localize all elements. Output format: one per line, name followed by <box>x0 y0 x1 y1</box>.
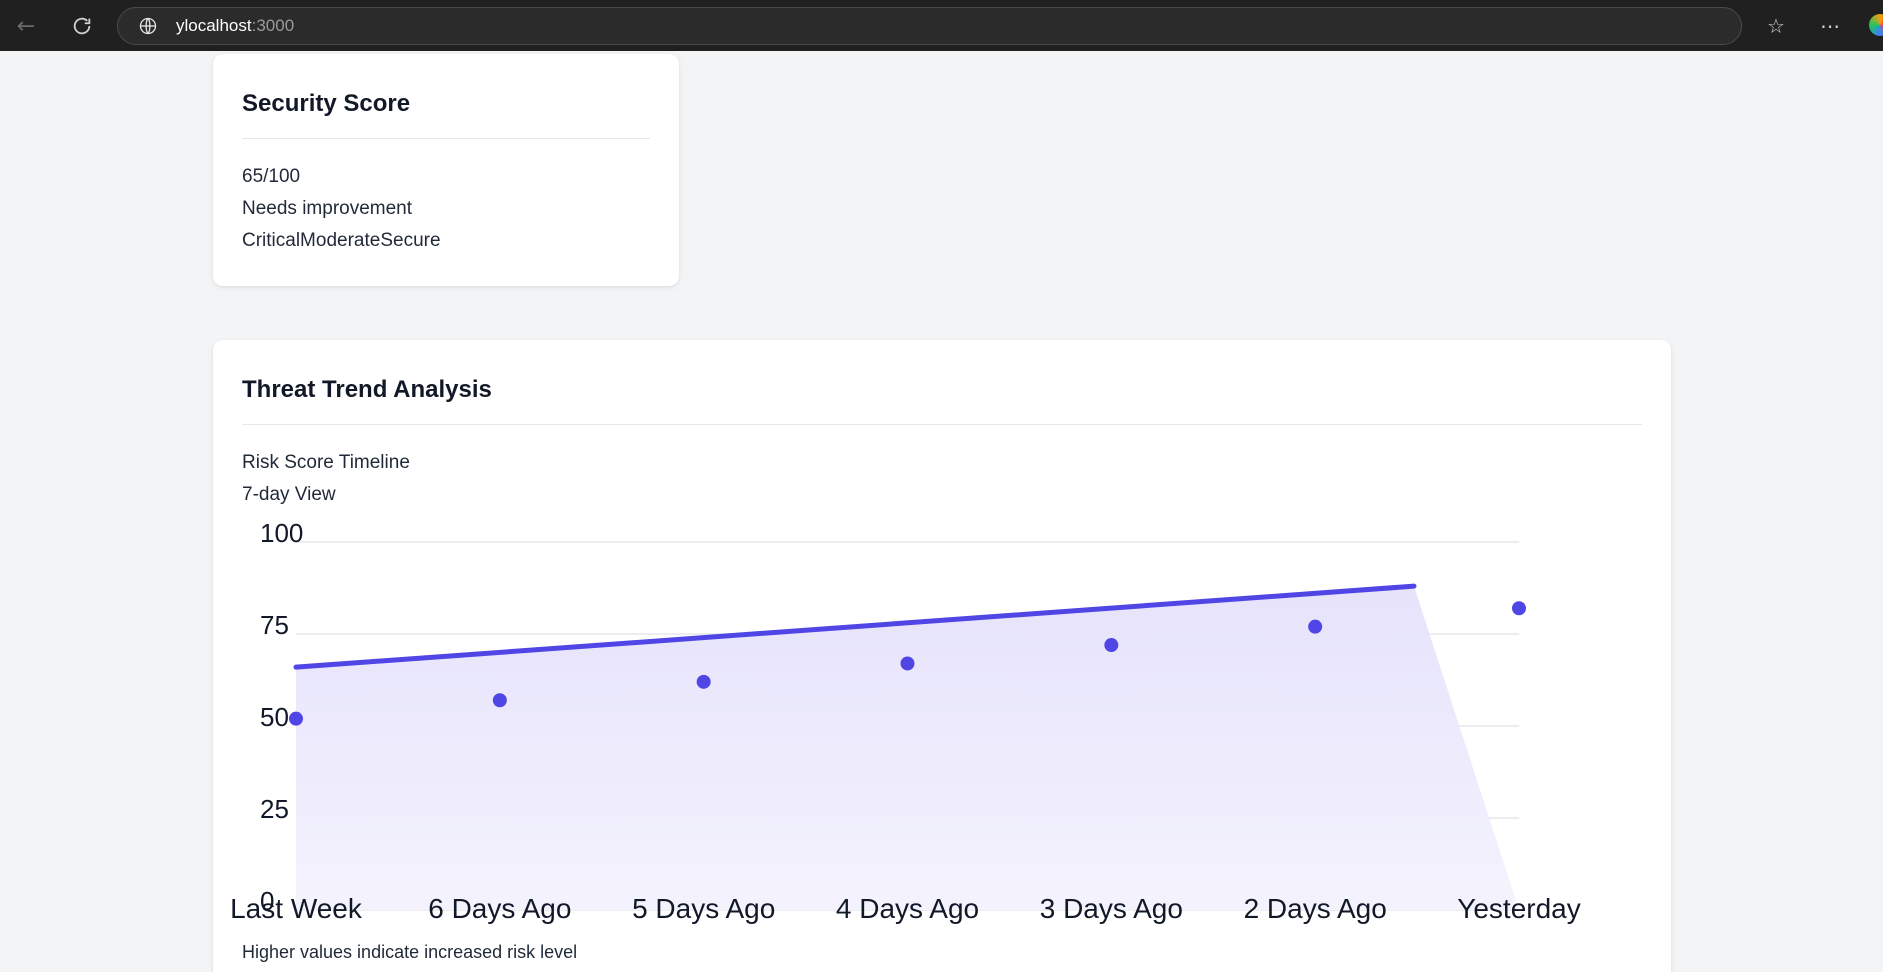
data-point <box>1308 619 1323 634</box>
chart-view-label: 7-day View <box>242 484 336 505</box>
risk-score-chart: 0255075100 Last Week 6 Days Ago 5 Days Ago… <box>230 518 1581 924</box>
data-point <box>900 656 915 671</box>
refresh-icon[interactable] <box>66 10 98 42</box>
data-point <box>289 711 303 726</box>
security-score-card: Security Score 65/100 Needs improvement … <box>213 54 679 286</box>
x-tick-label: 3 Days Ago <box>1040 893 1183 924</box>
threat-trend-title: Threat Trend Analysis <box>242 376 492 403</box>
y-tick-label: 25 <box>260 794 289 824</box>
y-tick-label: 50 <box>260 702 289 732</box>
security-score-value: 65/100 <box>242 166 301 187</box>
back-icon[interactable]: ← <box>10 10 42 42</box>
security-score-status: Needs improvement <box>242 198 413 219</box>
address-bar[interactable]: ylocalhost:3000 <box>117 7 1742 45</box>
browser-toolbar: ← ylocalhost:3000 ☆ ⋯ <box>0 0 1883 51</box>
more-icon[interactable]: ⋯ <box>1814 10 1846 42</box>
x-tick-label: 4 Days Ago <box>836 893 979 924</box>
security-score-scale: CriticalModerateSecure <box>242 230 441 251</box>
divider <box>242 138 650 139</box>
data-point <box>1104 638 1119 653</box>
x-tick-label: 5 Days Ago <box>632 893 775 924</box>
y-tick-label: 100 <box>260 518 303 548</box>
x-tick-label: 6 Days Ago <box>428 893 571 924</box>
favorites-icon[interactable]: ☆ <box>1760 10 1792 42</box>
security-score-title: Security Score <box>242 90 411 117</box>
copilot-icon[interactable] <box>1869 14 1883 36</box>
divider <box>242 424 1642 425</box>
chart-subtitle: Risk Score Timeline <box>242 452 410 473</box>
globe-icon <box>139 17 157 35</box>
data-point <box>1512 601 1526 616</box>
data-point <box>696 674 711 689</box>
x-tick-label: Yesterday <box>1457 893 1581 924</box>
x-tick-label: Last Week <box>230 893 363 924</box>
x-tick-label: 2 Days Ago <box>1244 893 1387 924</box>
chart-footnote: Higher values indicate increased risk le… <box>242 942 578 962</box>
data-point <box>492 693 507 708</box>
threat-trend-card: Threat Trend Analysis Risk Score Timelin… <box>213 340 1671 972</box>
url-text: ylocalhost:3000 <box>176 16 295 35</box>
y-tick-label: 75 <box>260 610 289 640</box>
